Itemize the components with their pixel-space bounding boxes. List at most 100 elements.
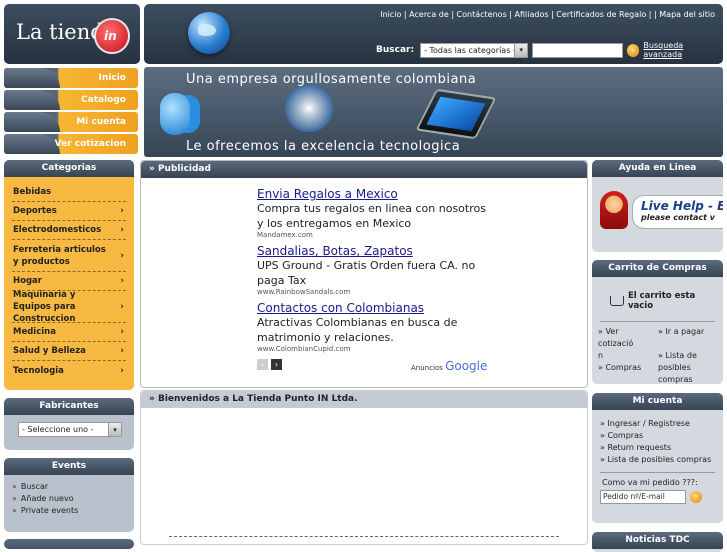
events-title: Events <box>4 458 134 475</box>
search-input[interactable] <box>532 42 623 58</box>
category-label: Deportes <box>13 206 57 216</box>
order-input[interactable]: Pedido nº/E-mail <box>600 490 686 504</box>
chevron-right-icon: › <box>120 365 124 376</box>
category-item[interactable]: Salud y Belleza › <box>12 342 126 361</box>
category-item[interactable]: Electrodomesticos › <box>12 221 126 240</box>
banner-line2: Le ofrecemos la excelencia tecnologica <box>186 139 461 154</box>
ad-title-link[interactable]: Envia Regalos a Mexico <box>257 187 487 201</box>
support-agent-icon <box>600 191 628 229</box>
chevron-right-icon: › <box>120 225 124 235</box>
nav-label: Inicio <box>98 73 126 83</box>
manufacturer-select[interactable]: - Seleccione uno - ▾ <box>18 422 122 437</box>
live-help-badge: Live Help - En please contact v <box>632 195 723 229</box>
ads-title-text: Publicidad <box>157 164 211 174</box>
cart-title: Carrito de Compras <box>592 260 723 277</box>
cart-quote-link[interactable]: Ver cotización» Compras <box>598 326 654 384</box>
chevron-right-icon: › <box>120 327 124 337</box>
chevron-right-icon: › <box>120 250 124 261</box>
return-requests-link[interactable]: Return requests <box>592 442 723 454</box>
live-help-text: Live Help - En <box>641 199 723 213</box>
category-item[interactable]: Deportes › <box>12 202 126 221</box>
category-label: Salud y Belleza <box>13 346 86 356</box>
ad-title-link[interactable]: Sandalias, Botas, Zapatos <box>257 244 487 258</box>
live-help-button[interactable]: Live Help - En please contact v <box>592 177 723 245</box>
chevron-down-icon: ▾ <box>108 423 121 436</box>
cart-icon <box>610 296 624 306</box>
ad-pager: ‹ › <box>257 359 282 370</box>
category-label: Hogar <box>13 276 42 286</box>
events-list: Buscar Añade nuevo Private events <box>4 475 134 517</box>
events-link[interactable]: Buscar <box>12 481 126 493</box>
antenna-icon <box>284 83 334 139</box>
ad-item: Envia Regalos a Mexico Compra tus regalo… <box>257 187 487 239</box>
category-item[interactable]: Tecnologia › <box>12 361 126 380</box>
chevron-right-icon: › <box>120 206 124 216</box>
order-go-button[interactable]: › <box>690 491 702 503</box>
next-arrow-icon[interactable]: › <box>271 359 282 370</box>
google-logo: Google <box>445 359 488 373</box>
manufacturer-select-value: - Seleccione uno - <box>22 425 94 434</box>
cart-panel: Carrito de Compras El carrito esta vacio… <box>592 260 723 384</box>
ads-by-google[interactable]: Anuncios Google <box>411 359 487 373</box>
nav-label: Catalogo <box>81 95 126 105</box>
search-go-button[interactable]: › <box>626 43 640 57</box>
wishlist-link[interactable]: Lista de posibles compras <box>592 454 723 466</box>
ads-panel: » Publicidad Envia Regalos a Mexico Comp… <box>140 160 588 388</box>
login-register-link[interactable]: Ingresar / Registrese <box>592 418 723 430</box>
chevron-down-icon: ▾ <box>514 43 528 57</box>
category-label: Ferreteria articulos y productos <box>13 244 106 267</box>
category-item[interactable]: Bebidas <box>12 183 126 202</box>
category-item[interactable]: Medicina › <box>12 323 126 342</box>
orders-link[interactable]: Compras <box>592 430 723 442</box>
manufacturers-title: Fabricantes <box>4 398 134 415</box>
ad-body: Atractivas Colombianas en busca de matri… <box>257 316 458 344</box>
nav-catalogo[interactable]: Catalogo <box>4 90 138 110</box>
chevron-right-icon: › <box>120 301 124 312</box>
advanced-search-link[interactable]: Busqueda avanzada <box>643 41 723 59</box>
categories-panel: Categorias Bebidas Deportes › Electrodome… <box>4 160 134 390</box>
events-panel: Events Buscar Añade nuevo Private events <box>4 458 134 532</box>
logo-badge: in <box>94 18 130 54</box>
category-label: Maquinaria y Equipos para Construccion <box>13 289 76 324</box>
nav-ver-cotizacion[interactable]: Ver cotizacion <box>4 134 138 154</box>
category-item[interactable]: Ferreteria articulos y productos › <box>12 240 126 272</box>
cart-links: Ver cotización» Compras Ir a pagar» List… <box>592 326 723 384</box>
bluetooth-icon <box>160 93 190 135</box>
order-status-label: Como va mi pedido ???: <box>602 478 698 487</box>
ad-title-link[interactable]: Contactos con Colombianas <box>257 301 487 315</box>
ad-item: Contactos con Colombianas Atractivas Col… <box>257 301 487 353</box>
news-title: Noticias TDC <box>592 532 723 549</box>
ad-item: Sandalias, Botas, Zapatos UPS Ground - G… <box>257 244 487 296</box>
category-label: Tecnologia <box>13 365 64 376</box>
category-select[interactable]: - Todas las categorías - ▾ <box>420 42 529 58</box>
cart-status: El carrito esta vacio <box>592 277 723 311</box>
header-bar: Inicio | Acerca de | Contáctenos | Afili… <box>144 4 723 64</box>
ad-body: Compra tus regalos en linea con nosotros… <box>257 202 486 230</box>
live-help-contact: please contact v <box>641 213 715 222</box>
ad-url[interactable]: www.RainbowSandals.com <box>257 288 487 296</box>
order-tracker: Pedido nº/E-mail › <box>592 490 723 504</box>
events-link[interactable]: Private events <box>12 505 126 517</box>
ad-url[interactable]: Mandamex.com <box>257 231 487 239</box>
prev-arrow-icon[interactable]: ‹ <box>257 359 268 370</box>
account-title: Mi cuenta <box>592 393 723 410</box>
events-link[interactable]: Añade nuevo <box>12 493 126 505</box>
category-label: Electrodomesticos <box>13 225 102 235</box>
categories-list: Bebidas Deportes › Electrodomesticos › Fer… <box>4 177 134 380</box>
globe-icon <box>188 12 230 54</box>
ad-url[interactable]: www.ColombianCupid.com <box>257 345 487 353</box>
top-links[interactable]: Inicio | Acerca de | Contáctenos | Afili… <box>380 10 715 19</box>
nav-mi-cuenta[interactable]: Mi cuenta <box>4 112 138 132</box>
ads-by-label: Anuncios <box>411 364 443 372</box>
account-links: Ingresar / Registrese Compras Return req… <box>592 410 723 466</box>
site-logo[interactable]: La tienda in <box>4 4 140 64</box>
tablet-icon <box>415 88 497 140</box>
nav-inicio[interactable]: Inicio <box>4 68 138 88</box>
divider <box>600 321 715 322</box>
category-item[interactable]: Maquinaria y Equipos para Construccion › <box>12 289 126 324</box>
cart-empty-text: El carrito esta vacio <box>627 291 696 311</box>
promo-banner: Una empresa orgullosamente colombiana Le… <box>144 67 723 157</box>
help-title: Ayuda en Linea <box>592 160 723 177</box>
cart-checkout-link[interactable]: Ir a pagar» Lista de posibles compras <box>658 326 716 384</box>
logo-badge-text: in <box>104 29 117 43</box>
